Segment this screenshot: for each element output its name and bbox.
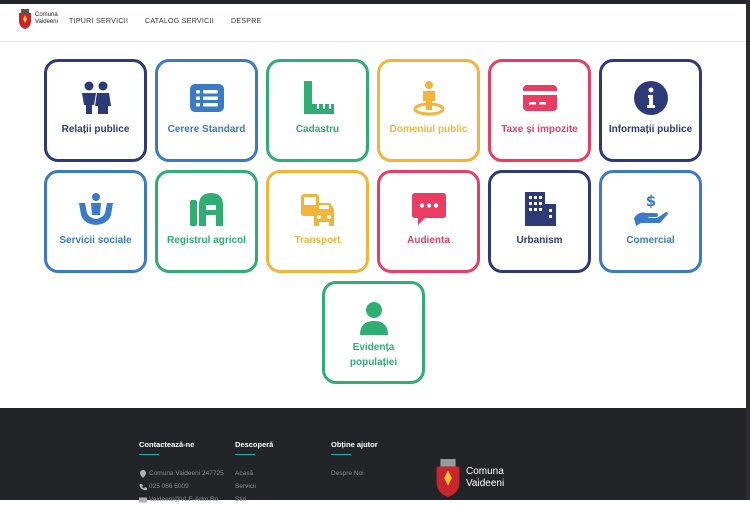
barn-icon	[189, 193, 223, 226]
footer-discover-column: Descoperă Acasă Servicii Știri	[235, 440, 273, 506]
service-tile-servicii-sociale[interactable]: Servicii sociale	[44, 170, 147, 273]
footer-phone[interactable]: 025 086 5009	[139, 480, 224, 493]
coat-of-arms-icon	[436, 459, 460, 497]
vehicles-icon	[300, 194, 334, 226]
service-label: Registrul agricol	[167, 235, 246, 246]
hands-care-icon	[78, 193, 113, 225]
footer-link-acasa[interactable]: Acasă	[235, 467, 273, 480]
svg-text:$: $	[645, 192, 655, 210]
info-icon	[633, 81, 668, 115]
service-label: Transport	[294, 235, 341, 246]
header-logo[interactable]: Comuna Vaideeni	[18, 9, 58, 29]
service-label: Cadastru	[295, 124, 340, 135]
service-tile-comercial[interactable]: $ Comercial	[599, 170, 702, 273]
service-tile-transport[interactable]: Transport	[266, 170, 369, 273]
footer-link-servicii[interactable]: Servicii	[235, 480, 273, 493]
site-header: Comuna Vaideeni TIPURI SERVICII CATALOG …	[0, 4, 750, 42]
service-label-line2: populației	[349, 357, 398, 368]
service-label: Informații publice	[608, 124, 693, 135]
ruler-icon	[303, 81, 334, 114]
footer-address-text: Comuna Vaideeni 247725	[149, 470, 224, 477]
phone-icon	[139, 483, 147, 490]
service-tile-registrul-agricol[interactable]: Registrul agricol	[155, 170, 258, 273]
service-label: Evidența populației	[327, 340, 420, 370]
footer-title-underline	[139, 454, 159, 455]
service-label-line1: Evidența	[352, 342, 395, 353]
footer-link-despre-noi[interactable]: Despre Noi	[331, 467, 378, 480]
map-marker-icon	[140, 469, 146, 478]
footer-contact-column: Contactează-ne Comuna Vaideeni 247725 02…	[139, 440, 224, 506]
nav-tipuri-servicii[interactable]: TIPURI SERVICII	[69, 18, 128, 25]
service-label: Taxe și impozite	[501, 124, 578, 135]
footer-logo-text-line2: Vaideeni	[466, 478, 505, 489]
service-tile-taxe-si-impozite[interactable]: Taxe și impozite	[488, 59, 591, 162]
nav-despre[interactable]: DESPRE	[231, 18, 262, 25]
buildings-icon	[524, 192, 556, 226]
footer-title-underline	[235, 454, 255, 455]
footer-help-column: Obține ajutor Despre Noi	[331, 440, 378, 480]
service-label: Comercial	[626, 235, 675, 246]
nav-catalog-servicii[interactable]: CATALOG SERVICII	[145, 18, 214, 25]
service-label: Audienta	[407, 235, 450, 246]
logo-text-line2: Vaideeni	[35, 19, 58, 25]
footer-logo[interactable]: Comuna Vaideeni	[434, 459, 504, 497]
service-tile-relatii-publice[interactable]: Relații publice	[44, 59, 147, 162]
logo-text-line1: Comuna	[35, 12, 58, 18]
footer-help-title: Obține ajutor	[331, 440, 378, 449]
location-person-icon	[413, 81, 444, 116]
window-edge	[746, 0, 750, 500]
service-label: Servicii sociale	[59, 235, 132, 246]
footer-title-underline	[331, 454, 351, 455]
service-tile-informatii-publice[interactable]: Informații publice	[599, 59, 702, 162]
service-label: Urbanism	[516, 235, 563, 246]
user-icon	[359, 302, 388, 335]
list-icon	[189, 84, 224, 112]
money-hand-icon: $	[633, 192, 668, 226]
service-label: Domeniul public	[389, 124, 468, 135]
service-tile-domeniul-public[interactable]: Domeniul public	[377, 59, 480, 162]
service-tile-evidenta-populatiei[interactable]: Evidența populației	[322, 281, 425, 384]
chat-bubble-icon	[411, 193, 446, 225]
footer-address: Comuna Vaideeni 247725	[139, 467, 224, 480]
service-label: Relații publice	[61, 124, 130, 135]
service-tile-audienta[interactable]: Audienta	[377, 170, 480, 273]
footer-phone-text: 025 086 5009	[149, 483, 189, 490]
service-tile-cerere-standard[interactable]: Cerere Standard	[155, 59, 258, 162]
site-footer: Contactează-ne Comuna Vaideeni 247725 02…	[0, 408, 750, 503]
footer-discover-title: Descoperă	[235, 440, 274, 449]
service-label: Cerere Standard	[167, 124, 246, 135]
footer-contact-title: Contactează-ne	[139, 440, 195, 449]
people-icon	[81, 81, 111, 114]
credit-card-icon	[522, 85, 557, 111]
coat-of-arms-icon	[19, 9, 31, 29]
service-tile-urbanism[interactable]: Urbanism	[488, 170, 591, 273]
service-tile-cadastru[interactable]: Cadastru	[266, 59, 369, 162]
footer-logo-text-line1: Comuna	[466, 466, 504, 477]
